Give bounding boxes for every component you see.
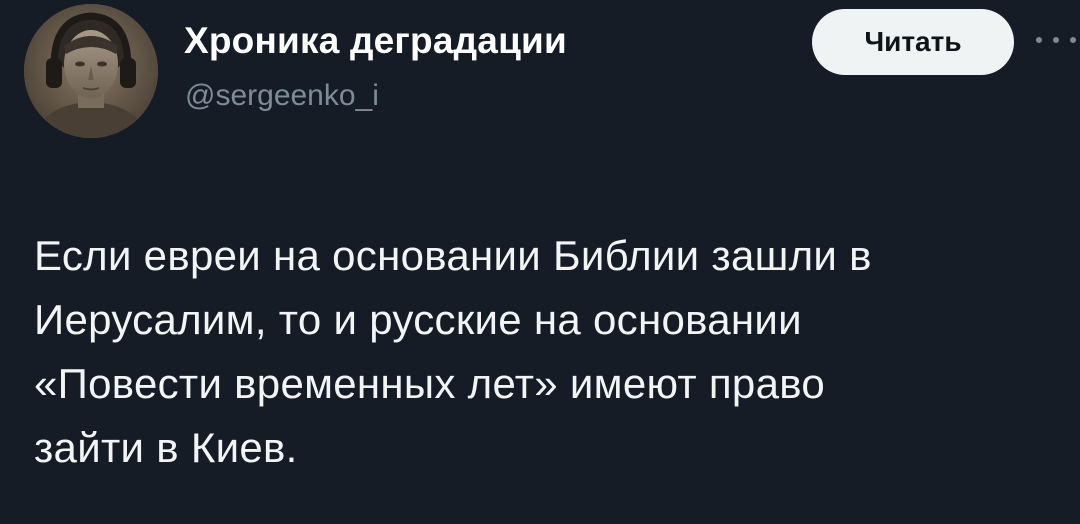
tweet-card: Хроника деградации @sergeenko_i Читать Е… (0, 0, 1080, 524)
follow-button[interactable]: Читать (812, 9, 1014, 75)
author-handle[interactable]: @sergeenko_i (185, 79, 379, 113)
more-dot (1036, 37, 1042, 43)
tweet-text: Если евреи на основании Библии зашли в И… (34, 224, 1064, 480)
more-dot (1070, 37, 1076, 43)
tweet-text-line: Иерусалим, то и русские на основании (34, 296, 802, 343)
tweet-text-line: Если евреи на основании Библии зашли в (34, 232, 872, 279)
avatar[interactable] (24, 4, 158, 138)
more-dot (1053, 37, 1059, 43)
avatar-portrait-image (24, 4, 158, 138)
tweet-text-line: зайти в Киев. (34, 424, 298, 471)
tweet-text-line: «Повести временных лет» имеют право (34, 360, 826, 407)
author-display-name[interactable]: Хроника деградации (184, 20, 567, 62)
more-horizontal-icon[interactable] (1036, 28, 1076, 52)
